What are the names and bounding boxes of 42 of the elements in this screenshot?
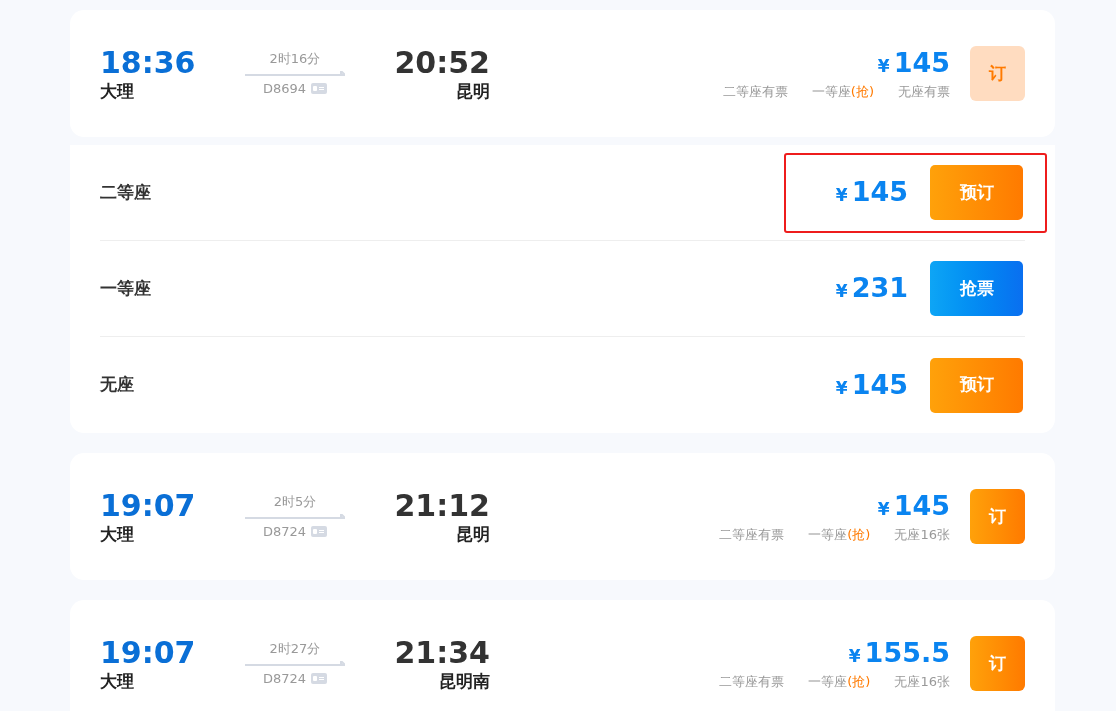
book-button[interactable]: 预订 [930, 165, 1023, 220]
price-text: ¥145 [877, 489, 950, 523]
availability-text: 二等座有票 [719, 673, 785, 691]
book-button[interactable]: 订 [970, 636, 1025, 691]
duration-text: 2时16分 [269, 49, 321, 68]
grab-ticket-button[interactable]: 抢票 [930, 261, 1023, 316]
seat-price: ¥145 [835, 175, 908, 210]
availability-text: 二等座有票 [722, 83, 788, 101]
train-number: D8724 [262, 522, 307, 541]
duration-text: 2时27分 [269, 639, 321, 658]
arrival-time: 21:12 [394, 488, 490, 523]
arrival-station: 昆明南 [439, 669, 490, 692]
availability-text: 无座16张 [894, 526, 950, 544]
seat-price: ¥231 [835, 271, 908, 306]
availability-text: 无座16张 [894, 673, 950, 691]
id-card-icon [311, 673, 328, 684]
seat-class: 一等座 [100, 276, 151, 300]
train-number: D8694 [262, 79, 307, 98]
train-number: D8724 [262, 669, 307, 688]
arrival-station: 昆明 [456, 79, 490, 102]
departure-station: 大理 [100, 79, 134, 102]
seat-class: 二等座 [100, 180, 151, 204]
arrival-time: 20:52 [394, 45, 490, 80]
availability-text: 无座有票 [898, 83, 950, 101]
book-button[interactable]: 订 [970, 46, 1025, 101]
seat-class: 无座 [100, 373, 134, 397]
departure-time: 18:36 [100, 45, 196, 80]
book-button[interactable]: 订 [970, 489, 1025, 544]
departure-station: 大理 [100, 669, 134, 692]
price-text: ¥155.5 [848, 636, 950, 670]
id-card-icon [311, 83, 328, 94]
departure-time: 19:07 [100, 488, 196, 523]
availability-text: 二等座有票 [719, 526, 785, 544]
departure-time: 19:07 [100, 635, 196, 670]
price-text: ¥145 [877, 46, 950, 80]
arrival-time: 21:34 [394, 635, 490, 670]
duration-text: 2时5分 [273, 492, 317, 511]
book-button[interactable]: 预订 [930, 357, 1023, 413]
id-card-icon [311, 526, 328, 537]
seat-price: ¥145 [835, 367, 908, 402]
arrival-station: 昆明 [456, 522, 490, 545]
departure-station: 大理 [100, 522, 134, 545]
